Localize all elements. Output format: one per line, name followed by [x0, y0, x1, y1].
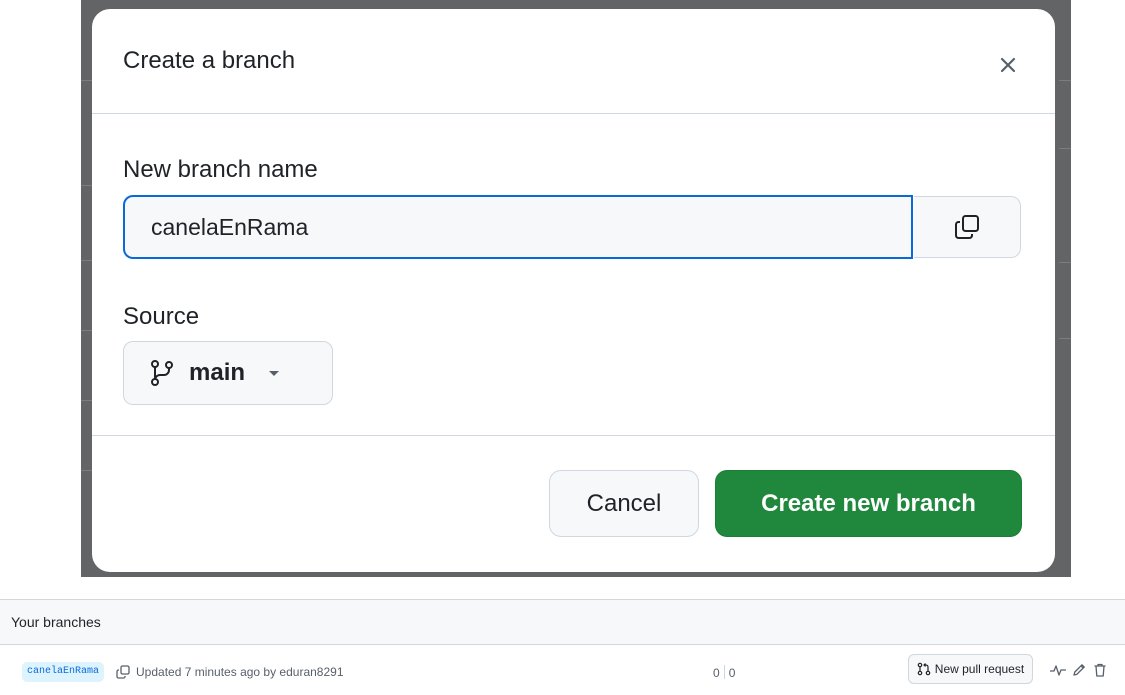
create-new-branch-button[interactable]: Create new branch	[715, 470, 1022, 537]
modal-backdrop: Create a branch New branch name Source	[81, 0, 1071, 577]
cancel-button[interactable]: Cancel	[549, 470, 699, 537]
branch-row: canelaEnRama Updated 7 minutes ago by ed…	[0, 645, 1125, 695]
backdrop-divider	[1059, 262, 1071, 263]
pencil-icon	[1073, 664, 1085, 676]
delete-branch-button[interactable]	[1092, 662, 1108, 683]
copy-branch-name-button[interactable]	[914, 196, 1021, 258]
source-label: Source	[123, 303, 200, 330]
updated-text: Updated 7 minutes ago by eduran8291	[136, 665, 344, 679]
copy-icon	[116, 665, 130, 679]
rename-branch-button[interactable]	[1071, 662, 1087, 683]
branch-name-field-group	[123, 195, 1022, 259]
backdrop-divider	[1059, 338, 1071, 339]
close-button[interactable]	[995, 52, 1021, 78]
close-icon	[1000, 57, 1016, 73]
dialog-header: Create a branch	[92, 9, 1055, 114]
trash-icon	[1094, 663, 1106, 677]
pulse-icon	[1050, 665, 1066, 676]
ahead-count: 0	[728, 666, 736, 680]
triangle-down-icon	[269, 371, 280, 376]
section-title: Your branches	[11, 614, 101, 630]
activity-button[interactable]	[1049, 662, 1067, 683]
backdrop-divider	[1059, 148, 1071, 149]
branch-name-label: New branch name	[123, 156, 318, 183]
source-branch-value: main	[189, 359, 246, 386]
create-branch-dialog: Create a branch New branch name Source	[92, 9, 1055, 572]
new-pull-request-label: New pull request	[934, 662, 1025, 676]
git-pull-request-icon	[917, 662, 931, 676]
backdrop-divider	[1059, 80, 1071, 81]
branches-section-header: Your branches	[0, 599, 1125, 645]
branches-panel: Your branches canelaEnRama Updated 7 min…	[0, 599, 1125, 695]
branch-name-link[interactable]: canelaEnRama	[22, 662, 105, 682]
git-branch-icon	[151, 360, 173, 386]
dialog-title: Create a branch	[123, 47, 296, 74]
branch-name-input[interactable]	[123, 195, 913, 259]
ahead-behind-count: 00	[713, 665, 735, 680]
behind-count: 0	[713, 666, 720, 680]
source-branch-select[interactable]: main	[123, 341, 333, 405]
ahead-behind-divider	[723, 665, 725, 679]
copy-branch-name-button[interactable]	[115, 664, 131, 685]
copy-icon	[955, 215, 979, 239]
new-pull-request-button[interactable]: New pull request	[908, 654, 1033, 684]
